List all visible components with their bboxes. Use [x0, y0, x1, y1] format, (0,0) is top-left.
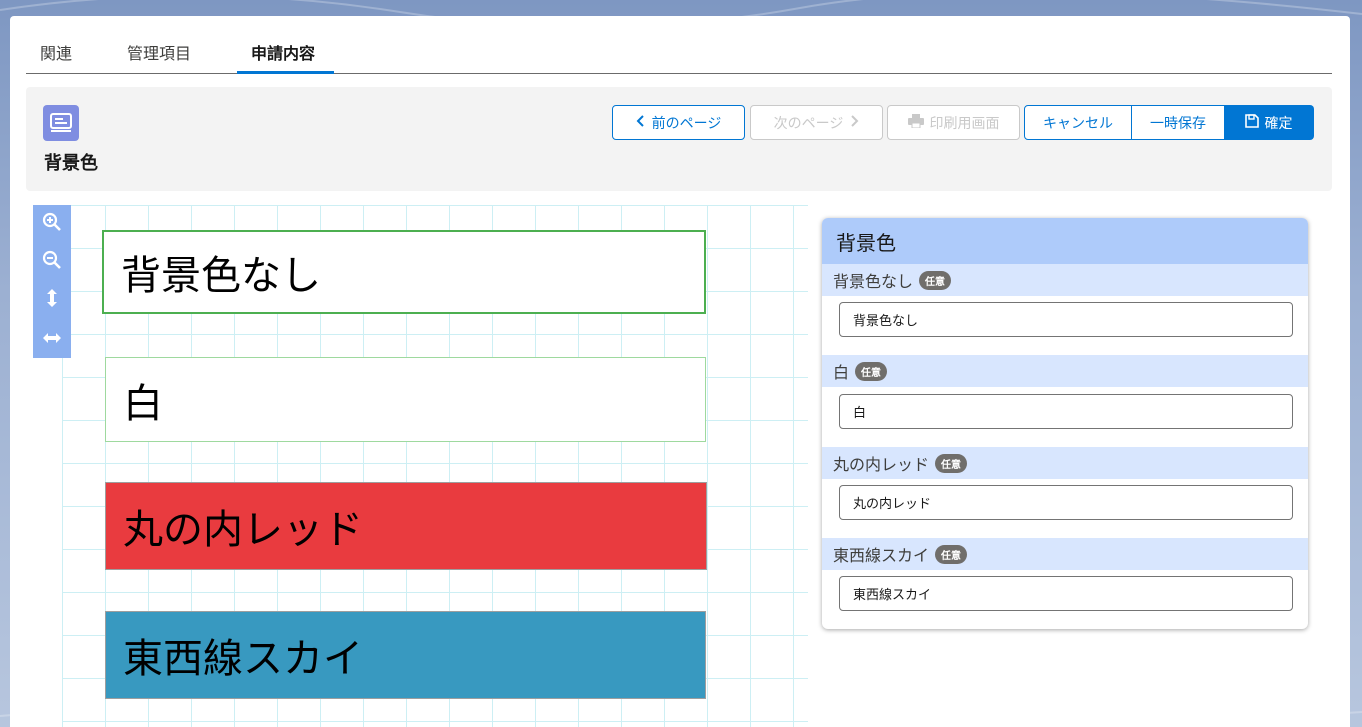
form-icon	[43, 105, 79, 141]
canvas-field-tozai-sky[interactable]: 東西線スカイ	[105, 611, 706, 699]
optional-badge: 任意	[919, 270, 952, 290]
vertical-arrows-icon	[46, 288, 58, 312]
form-canvas[interactable]: 背景色なし 白 丸の内レッド 東西線スカイ	[62, 205, 808, 727]
confirm-button[interactable]: 確定	[1224, 105, 1314, 140]
canvas-field-marunouchi-red[interactable]: 丸の内レッド	[105, 482, 707, 570]
canvas-field-text: 背景色なし	[121, 253, 321, 299]
save-icon	[1244, 113, 1259, 132]
field-label-row: 丸の内レッド 任意	[822, 447, 1308, 479]
save-draft-button[interactable]: 一時保存	[1132, 105, 1225, 140]
tab-bar: 関連 管理項目 申請内容	[26, 34, 1332, 74]
zoom-out-button[interactable]	[33, 243, 71, 281]
prev-page-button[interactable]: 前のページ	[612, 105, 745, 140]
canvas-field-white[interactable]: 白	[105, 357, 706, 442]
cancel-label: キャンセル	[1043, 115, 1113, 132]
field-label-row: 東西線スカイ 任意	[822, 538, 1308, 570]
optional-badge: 任意	[935, 453, 968, 473]
optional-badge: 任意	[935, 544, 968, 564]
cancel-button[interactable]: キャンセル	[1024, 105, 1132, 140]
field-input-no-background[interactable]: 背景色なし	[839, 302, 1293, 337]
print-view-button[interactable]: 印刷用画面	[887, 105, 1020, 140]
zoom-in-button[interactable]	[33, 205, 71, 243]
zoom-out-icon	[42, 250, 62, 274]
tab-management-items[interactable]: 管理項目	[127, 40, 191, 74]
optional-badge: 任意	[855, 361, 888, 381]
page-header: 背景色 前のページ 次のページ 印刷用画面 キャンセル 一時保存 確定	[26, 87, 1332, 191]
tab-application-content[interactable]: 申請内容	[251, 40, 315, 74]
main-card: 関連 管理項目 申請内容 背景色 前のページ 次のページ 印刷用画面 キャンセル…	[10, 16, 1350, 727]
field-input-white[interactable]: 白	[839, 394, 1293, 429]
tab-related[interactable]: 関連	[40, 40, 72, 74]
chevron-right-icon	[849, 114, 859, 131]
confirm-label: 確定	[1264, 115, 1293, 132]
next-page-label: 次のページ	[773, 115, 844, 132]
canvas-field-text: 白	[123, 380, 163, 427]
zoom-in-icon	[42, 212, 62, 236]
horizontal-arrows-icon	[42, 329, 62, 348]
fit-height-button[interactable]	[33, 281, 71, 319]
chevron-left-icon	[636, 114, 646, 131]
field-properties-panel: 背景色 背景色なし 任意 背景色なし 白 任意 白 丸の内レッド 任意 丸の内レ…	[822, 218, 1308, 629]
field-label: 背景色なし	[833, 272, 914, 291]
fit-width-button[interactable]	[33, 319, 71, 357]
field-input-tozai-sky[interactable]: 東西線スカイ	[839, 576, 1293, 611]
prev-page-label: 前のページ	[651, 115, 722, 132]
save-draft-label: 一時保存	[1150, 115, 1206, 132]
canvas-field-text: 丸の内レッド	[123, 507, 363, 553]
active-tab-indicator	[237, 71, 334, 74]
field-label-row: 白 任意	[822, 355, 1308, 387]
print-view-label: 印刷用画面	[929, 115, 1000, 132]
canvas-zoom-toolbar	[33, 205, 71, 358]
canvas-field-text: 東西線スカイ	[123, 636, 363, 682]
field-label-row: 背景色なし 任意	[822, 264, 1308, 296]
panel-title: 背景色	[822, 218, 1308, 264]
next-page-button[interactable]: 次のページ	[750, 105, 883, 140]
field-input-marunouchi-red[interactable]: 丸の内レッド	[839, 485, 1293, 520]
field-label: 丸の内レッド	[833, 455, 930, 474]
printer-icon	[907, 113, 924, 132]
field-label: 東西線スカイ	[833, 546, 930, 565]
field-label: 白	[833, 363, 850, 382]
page-title: 背景色	[44, 153, 98, 174]
canvas-field-no-background[interactable]: 背景色なし	[102, 230, 706, 314]
